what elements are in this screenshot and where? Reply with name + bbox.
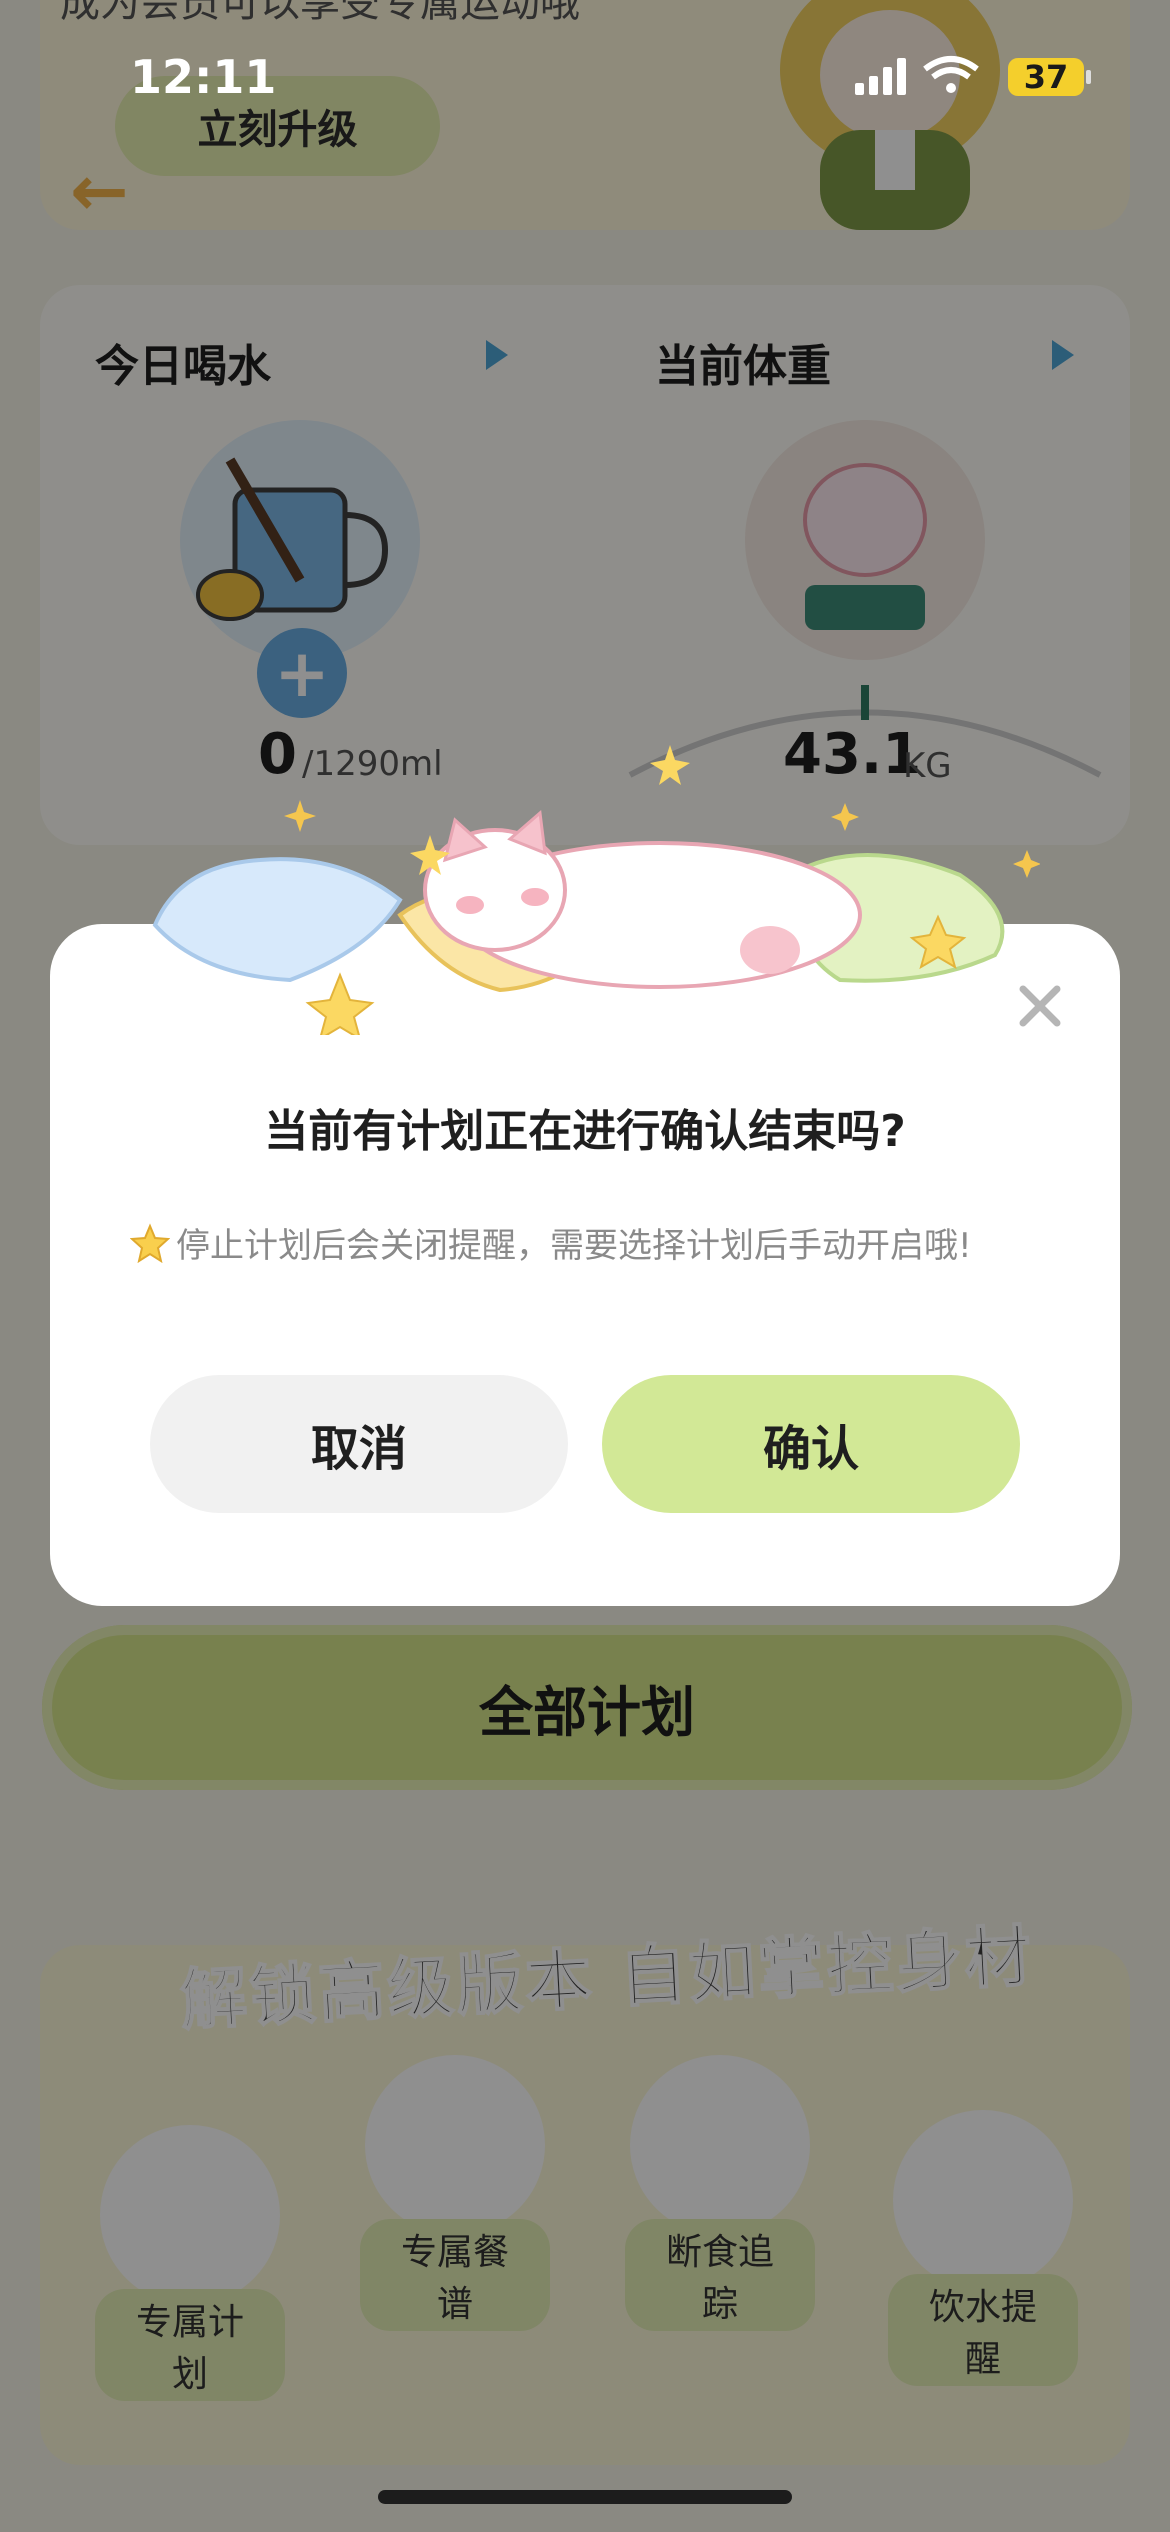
signal-wifi-icon xyxy=(855,56,979,95)
dialog-note-text: 停止计划后会关闭提醒，需要选择计划后手动开启哦! xyxy=(176,1226,972,1266)
dialog-title: 当前有计划正在进行确认结束吗? xyxy=(264,1106,906,1157)
close-dialog-button[interactable] xyxy=(1012,978,1068,1034)
cancel-button[interactable]: 取消 xyxy=(150,1375,568,1513)
confirm-button[interactable]: 确认 xyxy=(602,1375,1020,1513)
home-indicator[interactable] xyxy=(378,2490,792,2504)
close-icon xyxy=(1019,985,1061,1027)
status-time: 12:11 xyxy=(130,50,277,104)
dialog-note: 停止计划后会关闭提醒，需要选择计划后手动开启哦! xyxy=(130,1218,972,1267)
star-icon xyxy=(130,1222,170,1263)
app-screen: 成为会员可以享受专属运动哦 立刻升级 ← 今日喝水 当前体重 + 0 /1290… xyxy=(0,0,1170,2532)
battery-indicator: 37 xyxy=(1008,58,1084,96)
battery-nub xyxy=(1086,70,1091,84)
sleeping-cat-illustration xyxy=(152,745,1040,1035)
